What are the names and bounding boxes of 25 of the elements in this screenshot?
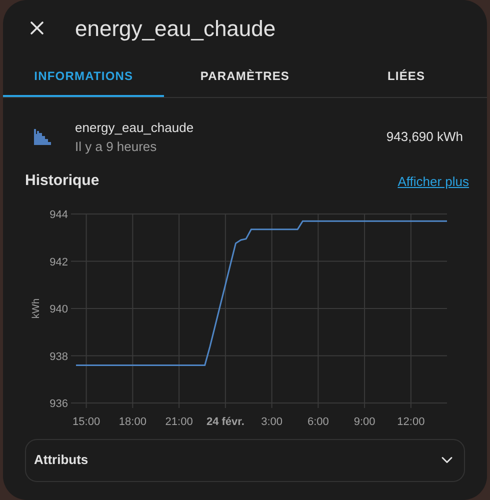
dialog-title: energy_eau_chaude xyxy=(75,14,276,43)
entity-name: energy_eau_chaude xyxy=(75,118,195,137)
x-tick-label: 12:00 xyxy=(397,416,425,428)
last-changed: Il y a 9 heures xyxy=(75,138,158,156)
tab[interactable]: INFORMATIONS xyxy=(3,56,164,97)
show-more-link[interactable]: Afficher plus xyxy=(398,172,469,191)
tab[interactable]: PARAMÈTRES xyxy=(164,56,326,97)
y-tick-label: 944 xyxy=(50,208,68,220)
x-tick-label: 18:00 xyxy=(118,416,146,428)
x-tick-label: 24 févr. xyxy=(206,416,244,428)
attributes-expander[interactable]: Attributs xyxy=(25,438,465,482)
y-tick-label: 938 xyxy=(50,350,68,362)
y-axis-label: kWh xyxy=(31,298,42,318)
x-tick-label: 6:00 xyxy=(307,416,329,428)
entity-state: 943,690 kWh xyxy=(386,128,463,146)
section-title: Historique xyxy=(25,171,100,191)
x-tick-label: 3:00 xyxy=(261,416,283,428)
tab[interactable]: LIÉES xyxy=(326,56,487,97)
y-tick-label: 942 xyxy=(50,256,68,268)
x-tick-label: 15:00 xyxy=(72,416,100,428)
y-tick-label: 940 xyxy=(50,303,68,315)
bar-chart-icon xyxy=(33,129,51,145)
x-tick-label: 21:00 xyxy=(165,416,193,428)
y-tick-label: 936 xyxy=(50,398,68,410)
x-tick-label: 9:00 xyxy=(354,416,376,428)
